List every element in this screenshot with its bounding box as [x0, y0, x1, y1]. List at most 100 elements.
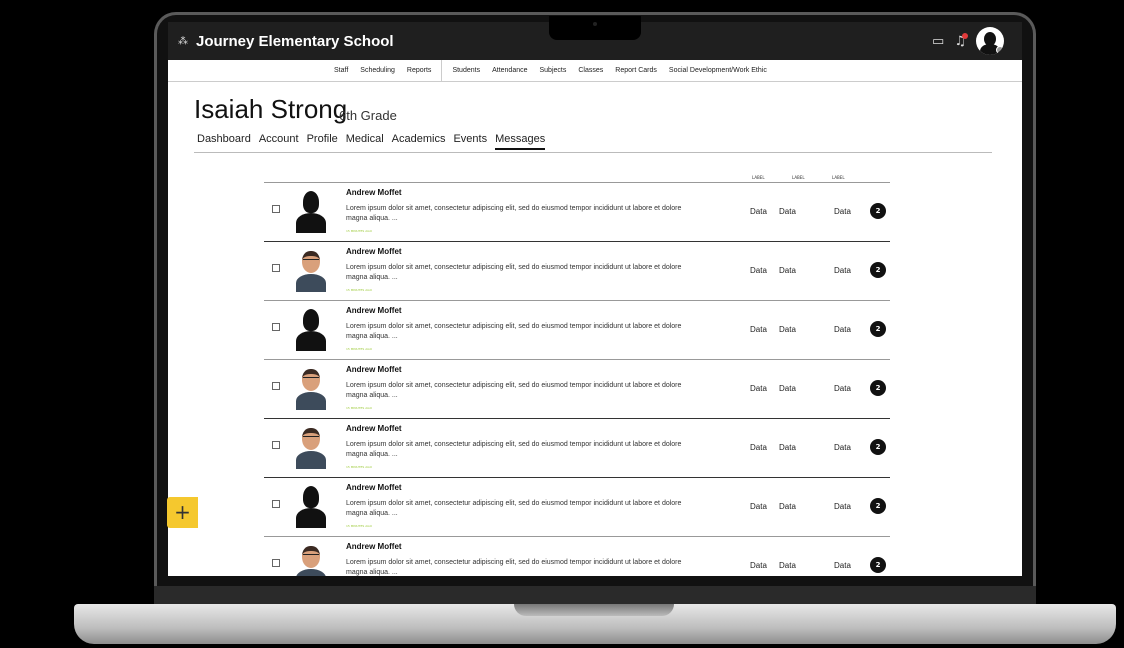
sender-name: Andrew Moffet — [346, 247, 402, 256]
tab-messages[interactable]: Messages — [495, 133, 546, 150]
data-cell: Data — [779, 443, 796, 452]
notification-dot — [962, 32, 968, 39]
tabs-divider — [194, 152, 992, 153]
message-time: 15 MINUTES AGO — [346, 406, 372, 410]
message-preview: Lorem ipsum dolor sit amet, consectetur … — [346, 500, 682, 517]
silhouette-head — [303, 486, 319, 508]
message-checkbox[interactable] — [272, 559, 280, 567]
data-cell: Data — [779, 266, 796, 275]
sender-avatar — [294, 189, 328, 235]
message-checkbox[interactable] — [272, 441, 280, 449]
data-cell: Data — [834, 207, 851, 216]
leaf-icon: ⁂ — [178, 35, 188, 47]
message-checkbox[interactable] — [272, 382, 280, 390]
sender-avatar — [294, 366, 328, 412]
shirt — [296, 274, 326, 292]
data-cell: Data — [779, 384, 796, 393]
sender-avatar — [294, 425, 328, 471]
message-checkbox[interactable] — [272, 264, 280, 272]
column-label: LABEL — [832, 175, 845, 180]
data-cell: Data — [750, 325, 767, 334]
message-checkbox[interactable] — [272, 205, 280, 213]
unread-count-badge: 2 — [870, 321, 886, 337]
message-row[interactable]: Andrew Moffet Lorem ipsum dolor sit amet… — [264, 241, 890, 300]
unread-count-badge: 2 — [870, 439, 886, 455]
app-screen: ⁂ Journey Elementary School ▭ ♫ Staff Sc… — [168, 22, 1022, 576]
data-cell: Data — [750, 502, 767, 511]
column-label: LABEL — [752, 175, 765, 180]
data-cell: Data — [750, 561, 767, 570]
glasses — [303, 259, 319, 263]
sender-name: Andrew Moffet — [346, 542, 402, 551]
nav-item-report-cards[interactable]: Report Cards — [615, 67, 657, 74]
data-cell: Data — [750, 384, 767, 393]
unread-count-badge: 2 — [870, 203, 886, 219]
laptop-opening-notch — [514, 604, 674, 616]
message-checkbox[interactable] — [272, 500, 280, 508]
nav-item-social-development[interactable]: Social Development/Work Ethic — [669, 67, 767, 74]
tab-dashboard[interactable]: Dashboard — [197, 133, 251, 150]
nav-item-subjects[interactable]: Subjects — [540, 67, 567, 74]
nav-item-scheduling[interactable]: Scheduling — [360, 67, 395, 74]
data-cell: Data — [834, 384, 851, 393]
sender-name: Andrew Moffet — [346, 188, 402, 197]
sender-name: Andrew Moffet — [346, 483, 402, 492]
glasses — [303, 436, 319, 440]
data-cell: Data — [750, 207, 767, 216]
chat-icon[interactable]: ▭ — [932, 34, 944, 49]
data-cell: Data — [779, 561, 796, 570]
sender-avatar — [294, 543, 328, 576]
tab-profile[interactable]: Profile — [307, 133, 338, 150]
data-cell: Data — [779, 502, 796, 511]
data-cell: Data — [779, 207, 796, 216]
message-preview: Lorem ipsum dolor sit amet, consectetur … — [346, 559, 682, 576]
nav-item-classes[interactable]: Classes — [578, 67, 603, 74]
message-row[interactable]: Andrew Moffet Lorem ipsum dolor sit amet… — [264, 359, 890, 418]
silhouette-body — [296, 331, 326, 351]
message-checkbox[interactable] — [272, 323, 280, 331]
shirt — [296, 569, 326, 576]
data-cell: Data — [834, 502, 851, 511]
camera-notch — [549, 16, 641, 40]
nav-item-reports[interactable]: Reports — [407, 67, 432, 74]
bell-icon[interactable]: ♫ — [954, 32, 968, 49]
sender-name: Andrew Moffet — [346, 365, 402, 374]
tab-events[interactable]: Events — [453, 133, 487, 150]
silhouette-head — [303, 309, 319, 331]
messages-list: Andrew Moffet Lorem ipsum dolor sit amet… — [264, 182, 890, 576]
data-cell: Data — [750, 443, 767, 452]
message-row[interactable]: Andrew Moffet Lorem ipsum dolor sit amet… — [264, 182, 890, 241]
message-preview: Lorem ipsum dolor sit amet, consectetur … — [346, 205, 682, 222]
unread-count-badge: 2 — [870, 498, 886, 514]
add-button[interactable]: + — [167, 497, 198, 528]
nav-item-students[interactable]: Students — [452, 67, 480, 74]
app-title[interactable]: Journey Elementary School — [196, 33, 394, 50]
student-grade: 6th Grade — [339, 108, 397, 123]
tab-account[interactable]: Account — [259, 133, 299, 150]
sender-avatar — [294, 484, 328, 530]
data-cell: Data — [834, 325, 851, 334]
nav-item-attendance[interactable]: Attendance — [492, 67, 527, 74]
message-row[interactable]: Andrew Moffet Lorem ipsum dolor sit amet… — [264, 300, 890, 359]
message-row[interactable]: Andrew Moffet Lorem ipsum dolor sit amet… — [264, 418, 890, 477]
data-cell: Data — [750, 266, 767, 275]
unread-count-badge: 2 — [870, 380, 886, 396]
data-cell: Data — [834, 266, 851, 275]
unread-count-badge: 2 — [870, 262, 886, 278]
message-row[interactable]: Andrew Moffet Lorem ipsum dolor sit amet… — [264, 477, 890, 536]
sender-name: Andrew Moffet — [346, 424, 402, 433]
silhouette-head — [303, 191, 319, 213]
message-time: 15 MINUTES AGO — [346, 465, 372, 469]
message-row[interactable]: Andrew Moffet Lorem ipsum dolor sit amet… — [264, 536, 890, 576]
nav-item-staff[interactable]: Staff — [334, 67, 348, 74]
profile-tabs: Dashboard Account Profile Medical Academ… — [197, 133, 553, 150]
silhouette-body — [296, 508, 326, 528]
sender-avatar — [294, 307, 328, 353]
data-cell: Data — [779, 325, 796, 334]
tab-medical[interactable]: Medical — [346, 133, 384, 150]
tab-academics[interactable]: Academics — [392, 133, 446, 150]
user-avatar[interactable] — [976, 27, 1004, 55]
main-nav: Staff Scheduling Reports Students Attend… — [168, 59, 1022, 82]
glasses — [303, 554, 319, 558]
shirt — [296, 451, 326, 469]
